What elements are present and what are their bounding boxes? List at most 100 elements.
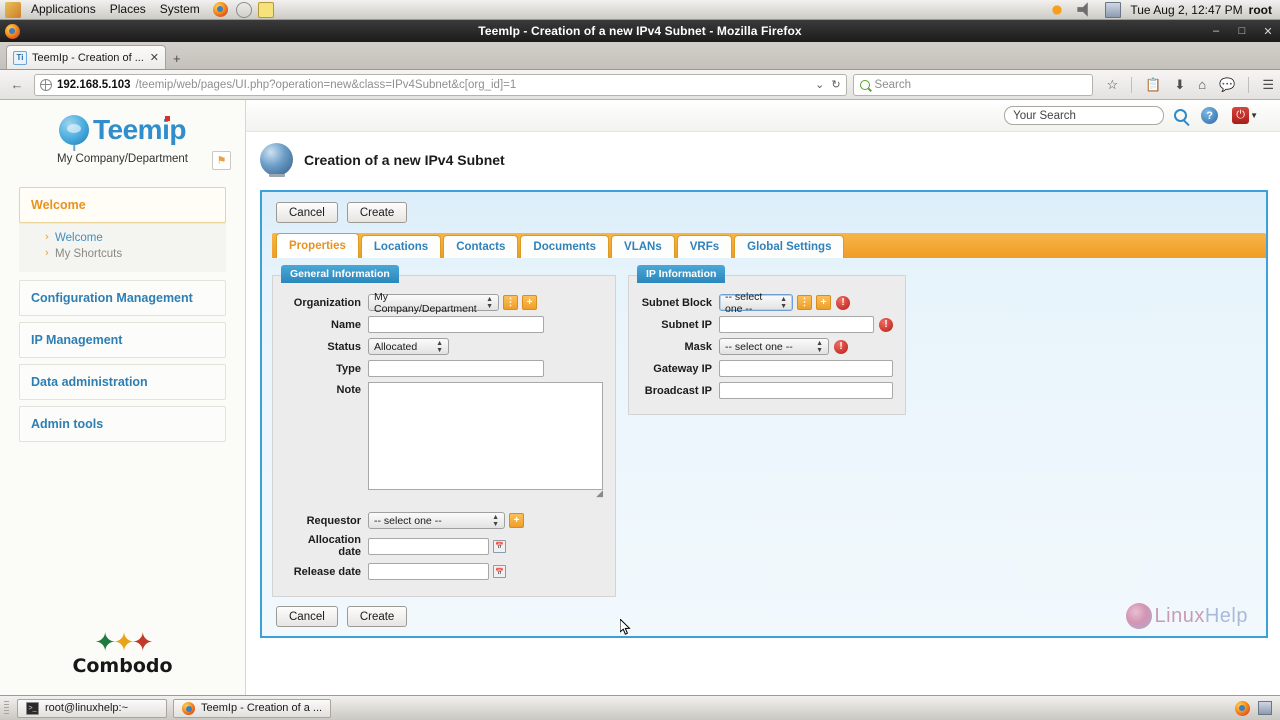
help-launcher-icon[interactable] — [235, 1, 252, 18]
applications-menu-icon[interactable] — [5, 1, 21, 18]
tab-close-icon[interactable]: ✕ — [150, 51, 159, 64]
new-tab-button[interactable]: + — [173, 51, 181, 66]
close-button[interactable]: ✕ — [1262, 25, 1274, 38]
add-organization-icon[interactable]: + — [522, 295, 537, 310]
pin-icon[interactable]: ⚑ — [212, 151, 231, 170]
field-organization: Organization My Company/Department ▲ ▼ ⋮ … — [285, 291, 603, 315]
page-viewport: Teemip My Company/Department ⚑ Welcome W… — [0, 100, 1280, 695]
browser-tab[interactable]: Ti TeemIp - Creation of ... ✕ — [6, 45, 166, 69]
firefox-icon[interactable] — [1235, 700, 1250, 716]
places-menu[interactable]: Places — [103, 0, 153, 19]
back-icon[interactable]: ← — [6, 74, 28, 96]
sidebar-group-label[interactable]: IP Management — [20, 323, 225, 357]
url-bar-actions: ⌄ ↻ — [815, 78, 840, 91]
tab-properties[interactable]: Properties — [276, 233, 359, 258]
app-search-value: Your Search — [1013, 109, 1076, 122]
menu-hamburger-icon[interactable]: ☰ — [1262, 77, 1274, 93]
subnet-block-select[interactable]: -- select one -- ▲ ▼ — [719, 291, 793, 315]
subnet-ip-input[interactable] — [719, 316, 874, 333]
help-icon[interactable]: ? — [1201, 107, 1219, 124]
calendar-icon[interactable]: 📅 — [493, 539, 506, 553]
subnet-block-error-icon: ! — [836, 295, 850, 310]
clock[interactable]: Tue Aug 2, 12:47 PM — [1130, 3, 1242, 17]
applications-menu[interactable]: Applications — [24, 0, 103, 19]
hierarchy-picker-icon[interactable]: ⋮ — [503, 295, 518, 310]
resize-grip-icon[interactable]: ◢ — [596, 488, 603, 499]
create-button-top[interactable]: Create — [346, 202, 408, 223]
select-arrows-icon: ▲ ▼ — [486, 295, 493, 310]
downloads-icon[interactable]: ⬇ — [1174, 77, 1185, 93]
text-editor-launcher-icon[interactable] — [257, 1, 274, 18]
maximize-button[interactable]: □ — [1236, 25, 1248, 38]
subnet-ip-error-icon: ! — [879, 317, 893, 332]
brightness-icon[interactable] — [1049, 1, 1066, 18]
add-requestor-icon[interactable]: + — [509, 513, 524, 528]
sidebar-group-label[interactable]: Data administration — [20, 365, 225, 399]
volume-icon[interactable] — [1077, 2, 1088, 17]
workspace-switcher-icon[interactable] — [1258, 701, 1272, 715]
taskbar-right-group — [1235, 700, 1272, 716]
teemip-logo[interactable]: Teemip — [59, 114, 186, 146]
note-textarea[interactable]: ◢ — [368, 382, 603, 498]
tab-locations[interactable]: Locations — [360, 235, 442, 258]
panel-right-group: Tue Aug 2, 12:47 PM root — [1046, 1, 1276, 18]
sidebar-subitem-welcome[interactable]: Welcome — [19, 230, 226, 246]
broadcast-ip-input[interactable] — [719, 382, 893, 399]
hierarchy-picker-icon[interactable]: ⋮ — [797, 295, 812, 310]
linuxhelp-logo-icon — [1125, 603, 1152, 629]
status-select[interactable]: Allocated ▲ ▼ — [368, 338, 449, 355]
app-search-input[interactable]: Your Search — [1004, 106, 1165, 125]
user-menu[interactable]: root — [1249, 3, 1276, 17]
toolbar-separator — [1131, 76, 1133, 93]
sidebar-item-data-administration[interactable]: Data administration — [19, 364, 226, 400]
reload-icon[interactable]: ↻ — [831, 78, 840, 91]
browser-search-input[interactable]: Search — [852, 73, 1093, 96]
sidebar-group-label[interactable]: Welcome — [20, 188, 225, 222]
reading-list-icon[interactable]: 📋 — [1145, 77, 1161, 93]
taskbar-grip[interactable] — [4, 700, 9, 716]
bookmark-star-icon[interactable]: ☆ — [1107, 77, 1119, 93]
chevron-down-icon[interactable]: ▼ — [1250, 111, 1258, 120]
sidebar-item-admin-tools[interactable]: Admin tools — [19, 406, 226, 442]
sidebar-group-label[interactable]: Configuration Management — [20, 281, 225, 315]
sidebar-item-ip-management[interactable]: IP Management — [19, 322, 226, 358]
name-input[interactable] — [368, 316, 544, 333]
tab-global-settings[interactable]: Global Settings — [734, 235, 845, 258]
history-dropdown-icon[interactable]: ⌄ — [815, 78, 824, 91]
gateway-ip-input[interactable] — [719, 360, 893, 377]
cancel-button-top[interactable]: Cancel — [276, 202, 338, 223]
linuxhelp-wordmark: LinuxHelp — [1154, 604, 1248, 627]
allocation-date-input[interactable] — [368, 537, 489, 555]
taskbar-item-firefox[interactable]: TeemIp - Creation of a ... — [173, 698, 332, 718]
sidebar-group-label[interactable]: Admin tools — [20, 407, 225, 441]
display-icon[interactable] — [1105, 1, 1122, 18]
url-bar[interactable]: 192.168.5.103 /teemip/web/pages/UI.php?o… — [34, 73, 847, 96]
magnifier-icon[interactable] — [1174, 109, 1188, 122]
chat-icon[interactable]: 💬 — [1219, 77, 1235, 93]
home-icon[interactable]: ⌂ — [1198, 77, 1206, 92]
power-menu[interactable]: ⏻ ▼ — [1232, 107, 1258, 124]
tab-contacts[interactable]: Contacts — [443, 235, 519, 258]
system-menu[interactable]: System — [153, 0, 207, 19]
requestor-select[interactable]: -- select one -- ▲ ▼ — [368, 512, 505, 529]
release-date-input[interactable] — [368, 563, 489, 580]
organization-select[interactable]: My Company/Department ▲ ▼ — [368, 291, 499, 315]
minimize-button[interactable]: – — [1210, 25, 1222, 38]
power-icon[interactable]: ⏻ — [1232, 107, 1250, 124]
type-input[interactable] — [368, 360, 544, 377]
toolbar-separator — [1248, 76, 1250, 93]
add-subnet-block-icon[interactable]: + — [816, 295, 831, 310]
window-title: TeemIp - Creation of a new IPv4 Subnet -… — [478, 24, 802, 38]
sidebar-item-configuration-management[interactable]: Configuration Management — [19, 280, 226, 316]
sidebar-item-welcome[interactable]: Welcome — [19, 187, 226, 223]
firefox-launcher-icon[interactable] — [212, 2, 228, 17]
sidebar-subitem-my-shortcuts[interactable]: My Shortcuts — [19, 246, 226, 262]
create-button-bottom[interactable]: Create — [346, 606, 408, 627]
cancel-button-bottom[interactable]: Cancel — [276, 606, 338, 627]
calendar-icon[interactable]: 📅 — [493, 565, 506, 578]
mask-select[interactable]: -- select one -- ▲ ▼ — [719, 338, 829, 355]
tab-vrfs[interactable]: VRFs — [676, 235, 733, 258]
tab-vlans[interactable]: VLANs — [611, 235, 675, 258]
taskbar-item-terminal[interactable]: >_ root@linuxhelp:~ — [17, 698, 167, 718]
tab-documents[interactable]: Documents — [520, 235, 610, 258]
